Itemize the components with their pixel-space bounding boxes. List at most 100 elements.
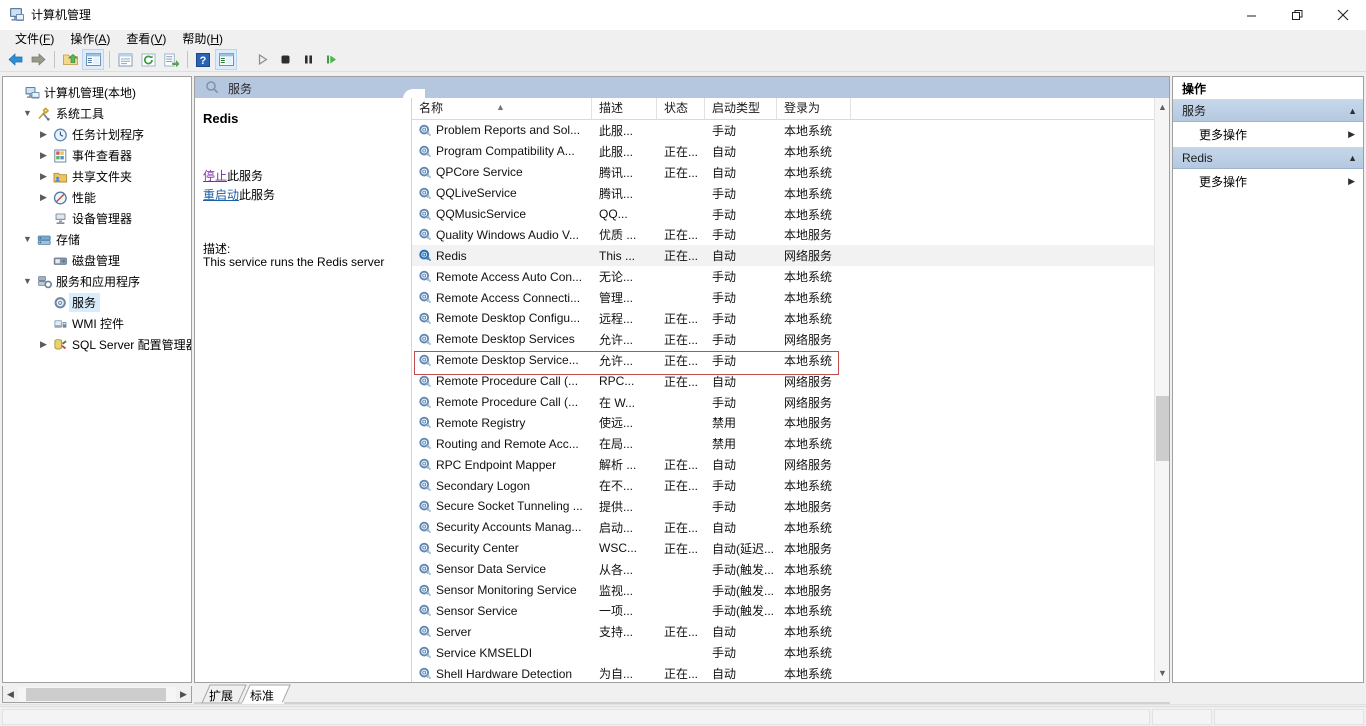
table-row[interactable]: Service KMSELDI 手动 本地系统	[412, 642, 1154, 663]
chevron-right-icon[interactable]: ▶	[36, 130, 51, 139]
forward-icon[interactable]	[27, 49, 49, 70]
sidebar-item-device-manager[interactable]: 设备管理器	[6, 208, 191, 229]
menu-file[interactable]: 文件(F)	[7, 30, 62, 48]
chevron-right-icon[interactable]: ▶	[36, 193, 51, 202]
stop-service-link[interactable]: 停止	[203, 169, 227, 183]
table-row[interactable]: Secure Socket Tunneling ... 提供... 手动 本地服务	[412, 496, 1154, 517]
table-row[interactable]: Quality Windows Audio V... 优质 ... 正在... 手动 本…	[412, 224, 1154, 245]
service-icon	[416, 416, 433, 429]
table-row[interactable]: Remote Procedure Call (... RPC... 正在... 自动 网…	[412, 371, 1154, 392]
table-row[interactable]: Sensor Monitoring Service 监视... 手动(触发... 本地…	[412, 580, 1154, 601]
table-row[interactable]: QQMusicService QQ... 手动 本地系统	[412, 204, 1154, 225]
column-header-status[interactable]: 状态	[657, 98, 705, 119]
table-row[interactable]: Remote Desktop Configu... 远程... 正在... 手动 本地系…	[412, 308, 1154, 329]
sidebar-item-task-scheduler[interactable]: ▶ 任务计划程序	[6, 124, 191, 145]
chevron-right-icon[interactable]: ▶	[36, 151, 51, 160]
table-row[interactable]: Remote Desktop Services 允许... 正在... 手动 网络服务	[412, 329, 1154, 350]
show-hide-console-tree-icon[interactable]	[82, 49, 104, 70]
minimize-button[interactable]	[1228, 0, 1274, 30]
cell-status: 正在...	[664, 311, 699, 326]
table-row[interactable]: Problem Reports and Sol... 此服... 手动 本地系统	[412, 120, 1154, 141]
column-header-startup-type[interactable]: 启动类型	[705, 98, 777, 119]
table-row[interactable]: Program Compatibility A... 此服... 正在... 自动 本地…	[412, 141, 1154, 162]
sidebar-item-event-viewer[interactable]: ▶ 事件查看器	[6, 145, 191, 166]
sidebar-item-storage[interactable]: ▼ 存储	[6, 229, 191, 250]
chevron-up-icon[interactable]: ▲	[1348, 106, 1357, 116]
scroll-right-icon[interactable]: ▶	[176, 687, 191, 702]
sidebar-item-sql-server-configuration-manager[interactable]: ▶ SQL Server 配置管理器	[6, 334, 191, 355]
tab-extended[interactable]: 扩展	[209, 687, 233, 704]
table-row[interactable]: Routing and Remote Acc... 在局... 禁用 本地系统	[412, 433, 1154, 454]
scroll-left-icon[interactable]: ◀	[3, 687, 18, 702]
column-header-log-on-as[interactable]: 登录为	[777, 98, 851, 119]
scrollbar-thumb[interactable]	[1156, 396, 1169, 461]
properties-icon[interactable]	[114, 49, 136, 70]
table-row[interactable]: Security Center WSC... 正在... 自动(延迟... 本地服务	[412, 538, 1154, 559]
actions-group-redis[interactable]: Redis ▲	[1173, 147, 1363, 169]
action-more-actions-redis[interactable]: 更多操作 ▶	[1173, 169, 1363, 194]
sidebar-item-services[interactable]: 服务	[6, 292, 191, 313]
table-row[interactable]: Redis This ... 正在... 自动 网络服务	[412, 245, 1154, 267]
start-service-icon[interactable]	[251, 49, 273, 70]
tree-root-computer-management[interactable]: 计算机管理(本地)	[6, 82, 191, 103]
menu-action[interactable]: 操作(A)	[62, 30, 118, 48]
tree-horizontal-scrollbar[interactable]: ◀ ▶	[2, 686, 192, 703]
column-header-name[interactable]: 名称 ▲	[412, 98, 592, 119]
menu-help[interactable]: 帮助(H)	[174, 30, 231, 48]
chevron-up-icon[interactable]: ▲	[1348, 153, 1357, 163]
scrollbar-track[interactable]	[18, 686, 176, 702]
cell-logon: 本地服务	[784, 541, 833, 556]
services-list-vertical-scrollbar[interactable]: ▲ ▼	[1154, 98, 1169, 681]
maximize-button[interactable]	[1274, 0, 1320, 30]
table-row[interactable]: Remote Registry 使远... 禁用 本地服务	[412, 412, 1154, 433]
refresh-icon[interactable]	[137, 49, 159, 70]
table-row[interactable]: Remote Access Connecti... 管理... 手动 本地系统	[412, 287, 1154, 308]
table-row[interactable]: QPCore Service 腾讯... 正在... 自动 本地系统	[412, 162, 1154, 183]
cell-name: Sensor Service	[412, 604, 592, 618]
cell-logon: 本地服务	[784, 583, 833, 598]
action-more-actions-services[interactable]: 更多操作 ▶	[1173, 122, 1363, 147]
table-row[interactable]: RPC Endpoint Mapper 解析 ... 正在... 自动 网络服务	[412, 454, 1154, 475]
sidebar-item-wmi-control[interactable]: WMI 控件	[6, 313, 191, 334]
table-row[interactable]: Security Accounts Manag... 启动... 正在... 自动 本地…	[412, 517, 1154, 538]
scrollbar-thumb[interactable]	[26, 687, 166, 701]
restart-service-icon[interactable]	[320, 49, 342, 70]
up-folder-icon[interactable]	[59, 49, 81, 70]
chevron-down-icon[interactable]: ▼	[20, 235, 35, 244]
chevron-right-icon[interactable]: ▶	[36, 340, 51, 349]
column-header-description[interactable]: 描述	[592, 98, 657, 119]
stop-service-icon[interactable]	[274, 49, 296, 70]
scroll-down-icon[interactable]: ▼	[1155, 664, 1169, 681]
menu-view[interactable]: 查看(V)	[118, 30, 174, 48]
restart-service-link[interactable]: 重启动	[203, 188, 239, 202]
table-row[interactable]: Server 支持... 正在... 自动 本地系统	[412, 621, 1154, 642]
show-hide-action-pane-icon[interactable]	[215, 49, 237, 70]
service-icon	[416, 604, 433, 617]
pause-service-icon[interactable]	[297, 49, 319, 70]
table-row[interactable]: Shell Hardware Detection 为自... 正在... 自动 本地系统	[412, 663, 1154, 682]
sidebar-item-services-and-applications[interactable]: ▼ 服务和应用程序	[6, 271, 191, 292]
table-row[interactable]: Remote Desktop Service... 允许... 正在... 手动 本地系…	[412, 350, 1154, 371]
export-list-icon[interactable]	[160, 49, 182, 70]
sidebar-item-system-tools[interactable]: ▼ 系统工具	[6, 103, 191, 124]
scroll-up-icon[interactable]: ▲	[1155, 98, 1169, 115]
chevron-down-icon[interactable]: ▼	[20, 109, 35, 118]
sidebar-item-shared-folders[interactable]: ▶ 共享文件夹	[6, 166, 191, 187]
table-row[interactable]: Remote Access Auto Con... 无论... 手动 本地系统	[412, 266, 1154, 287]
actions-group-services[interactable]: 服务 ▲	[1173, 100, 1363, 122]
chevron-right-icon[interactable]: ▶	[36, 172, 51, 181]
table-row[interactable]: Secondary Logon 在不... 正在... 手动 本地系统	[412, 475, 1154, 496]
help-icon[interactable]: ?	[192, 49, 214, 70]
table-row[interactable]: Sensor Service 一项... 手动(触发... 本地系统	[412, 600, 1154, 621]
sidebar-item-disk-management[interactable]: 磁盘管理	[6, 250, 191, 271]
sidebar-item-performance[interactable]: ▶ 性能	[6, 187, 191, 208]
back-icon[interactable]	[4, 49, 26, 70]
services-list-body[interactable]: Problem Reports and Sol... 此服... 手动 本地系统 Pro…	[412, 120, 1154, 682]
table-row[interactable]: Remote Procedure Call (... 在 W... 手动 网络服务	[412, 392, 1154, 413]
chevron-down-icon[interactable]: ▼	[20, 277, 35, 286]
tab-standard[interactable]: 标准	[250, 687, 274, 704]
cell-desc: 远程...	[599, 311, 634, 326]
table-row[interactable]: Sensor Data Service 从各... 手动(触发... 本地系统	[412, 559, 1154, 580]
close-button[interactable]	[1320, 0, 1366, 30]
table-row[interactable]: QQLiveService 腾讯... 手动 本地系统	[412, 183, 1154, 204]
